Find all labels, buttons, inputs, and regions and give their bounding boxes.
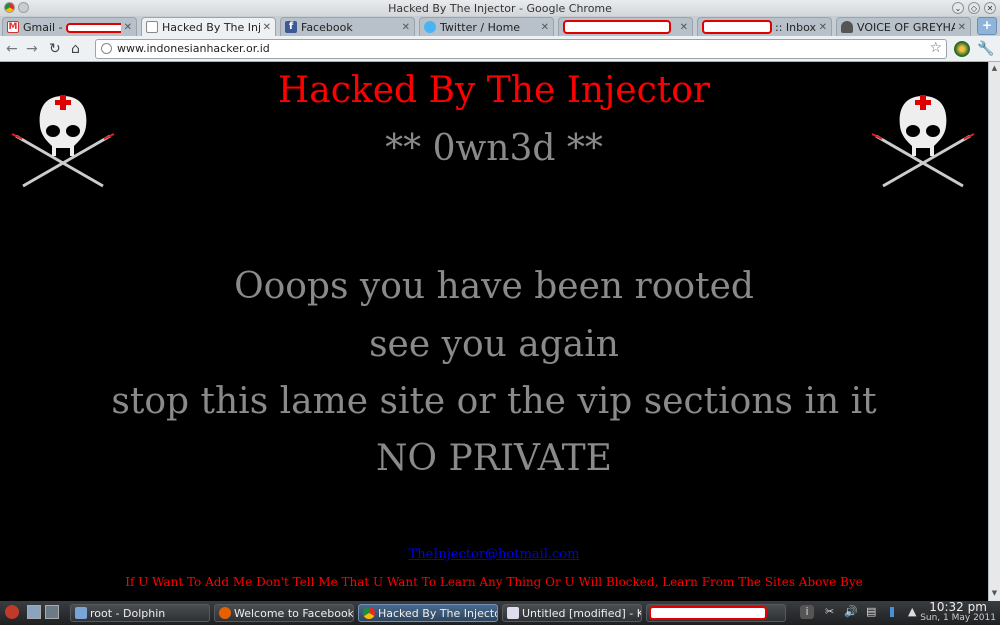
tab-gmail[interactable]: M Gmail - ✕ bbox=[2, 17, 137, 36]
taskbar-item-firefox[interactable]: Welcome to Facebook - L bbox=[214, 604, 354, 622]
message-line: see you again bbox=[369, 324, 619, 365]
clipboard-icon[interactable]: ▤ bbox=[866, 605, 876, 618]
clock[interactable]: 10:32 pm Sun, 1 May 2011 bbox=[920, 600, 996, 624]
maximize-button[interactable]: ◇ bbox=[968, 2, 980, 14]
window-controls: ⌄ ◇ ✕ bbox=[952, 2, 996, 14]
tab-voice-of-greyhat[interactable]: VOICE OF GREYHAT ✕ bbox=[836, 17, 971, 36]
wrench-icon[interactable]: 🔧 bbox=[977, 41, 994, 57]
facebook-icon: f bbox=[285, 21, 297, 33]
network-icon[interactable] bbox=[890, 607, 894, 617]
tab-hacked[interactable]: Hacked By The Inj... ✕ bbox=[141, 17, 276, 36]
close-icon[interactable]: ✕ bbox=[680, 22, 688, 33]
tab-inbox[interactable]: :: Inbox ✕ bbox=[697, 17, 832, 36]
tab-label: VOICE OF GREYHAT bbox=[857, 20, 955, 34]
info-icon[interactable]: i bbox=[800, 605, 814, 619]
back-icon[interactable]: ← bbox=[6, 41, 18, 57]
taskbar-item-kwrite[interactable]: Untitled [modified] - KWr bbox=[502, 604, 642, 622]
hat-icon bbox=[841, 21, 853, 33]
tab-label: Twitter / Home bbox=[440, 20, 521, 34]
tab-label: Facebook bbox=[301, 20, 353, 34]
clock-time: 10:32 pm bbox=[929, 600, 987, 614]
redaction-box bbox=[702, 20, 772, 34]
page-subheading: ** 0wn3d ** bbox=[385, 128, 603, 169]
desktop-pager-icon[interactable] bbox=[45, 605, 59, 619]
page-heading: Hacked By The Injector bbox=[277, 70, 711, 111]
new-tab-button[interactable]: + bbox=[977, 17, 997, 35]
taskbar-item-dolphin[interactable]: root - Dolphin bbox=[70, 604, 210, 622]
email-link[interactable]: TheInjector@hotmail.com bbox=[409, 547, 580, 562]
page-icon bbox=[146, 21, 158, 33]
clock-date: Sun, 1 May 2011 bbox=[920, 613, 996, 623]
minimize-button[interactable]: ⌄ bbox=[952, 2, 964, 14]
taskbar-item-label: root - Dolphin bbox=[90, 606, 166, 620]
message-line: stop this lame site or the vip sections … bbox=[111, 381, 877, 422]
taskbar-item-chrome[interactable]: Hacked By The Injector - bbox=[358, 604, 498, 622]
close-icon[interactable]: ✕ bbox=[402, 22, 410, 33]
reload-icon[interactable]: ↻ bbox=[49, 41, 61, 57]
twitter-icon bbox=[424, 21, 436, 33]
tab-label: Gmail - bbox=[23, 20, 67, 34]
start-menu-icon[interactable] bbox=[5, 605, 19, 619]
scroll-down-icon[interactable]: ▼ bbox=[990, 589, 999, 599]
volume-icon[interactable]: 🔊 bbox=[844, 605, 858, 618]
desktop-pager-icon[interactable] bbox=[27, 605, 41, 619]
taskbar-item-label: Untitled [modified] - KWr bbox=[522, 606, 641, 620]
close-button[interactable]: ✕ bbox=[984, 2, 996, 14]
message-line: Ooops you have been rooted bbox=[234, 266, 754, 307]
scissors-icon[interactable]: ✂ bbox=[825, 605, 834, 618]
home-icon[interactable]: ⌂ bbox=[71, 41, 80, 57]
tab-facebook[interactable]: f Facebook ✕ bbox=[280, 17, 415, 36]
close-icon[interactable]: ✕ bbox=[541, 22, 549, 33]
bookmark-star-icon[interactable]: ☆ bbox=[929, 40, 942, 56]
message-line: NO PRIVATE bbox=[376, 438, 612, 479]
vertical-scrollbar[interactable]: ▲ ▼ bbox=[988, 62, 1000, 601]
scroll-up-icon[interactable]: ▲ bbox=[990, 64, 999, 74]
chrome-icon bbox=[363, 607, 375, 619]
footer-message: If U Want To Add Me Don't Tell Me That U… bbox=[125, 575, 863, 589]
close-icon[interactable]: ✕ bbox=[958, 22, 966, 33]
redaction-box bbox=[66, 22, 121, 33]
window-title-bar: Hacked By The Injector - Google Chrome ⌄… bbox=[0, 0, 1000, 16]
gmail-icon: M bbox=[7, 21, 19, 33]
firefox-icon bbox=[219, 607, 231, 619]
browser-toolbar: ← → ↻ ⌂ www.indonesianhacker.or.id ☆ 🔧 bbox=[0, 36, 1000, 62]
window-title: Hacked By The Injector - Google Chrome bbox=[388, 2, 612, 15]
document-icon bbox=[507, 607, 519, 619]
redaction-box bbox=[649, 606, 767, 620]
globe-icon bbox=[101, 43, 112, 54]
page-content: Hacked By The Injector ** 0wn3d ** Ooops… bbox=[0, 62, 988, 601]
close-icon[interactable]: ✕ bbox=[819, 22, 827, 33]
tab-twitter[interactable]: Twitter / Home ✕ bbox=[419, 17, 554, 36]
extension-icon[interactable] bbox=[954, 41, 970, 57]
forward-icon[interactable]: → bbox=[26, 41, 38, 57]
tray-expand-icon[interactable]: ▲ bbox=[908, 605, 916, 618]
close-icon[interactable]: ✕ bbox=[124, 22, 132, 33]
taskbar: root - Dolphin Welcome to Facebook - L H… bbox=[0, 601, 1000, 625]
tab-label: Hacked By The Inj... bbox=[162, 20, 260, 34]
taskbar-item-label: Welcome to Facebook - L bbox=[234, 606, 354, 620]
address-url[interactable]: www.indonesianhacker.or.id bbox=[117, 42, 270, 55]
tab-label: :: Inbox bbox=[775, 20, 816, 34]
taskbar-item-redacted[interactable] bbox=[646, 604, 786, 622]
address-bar[interactable]: www.indonesianhacker.or.id ☆ bbox=[95, 39, 947, 59]
close-icon[interactable]: ✕ bbox=[263, 22, 271, 33]
tab-strip: M Gmail - ✕ Hacked By The Inj... ✕ f Fac… bbox=[0, 16, 1000, 36]
folder-icon bbox=[75, 607, 87, 619]
redaction-box bbox=[563, 20, 671, 34]
taskbar-item-label: Hacked By The Injector - bbox=[378, 606, 497, 620]
tab-redacted[interactable]: ✕ bbox=[558, 17, 693, 36]
